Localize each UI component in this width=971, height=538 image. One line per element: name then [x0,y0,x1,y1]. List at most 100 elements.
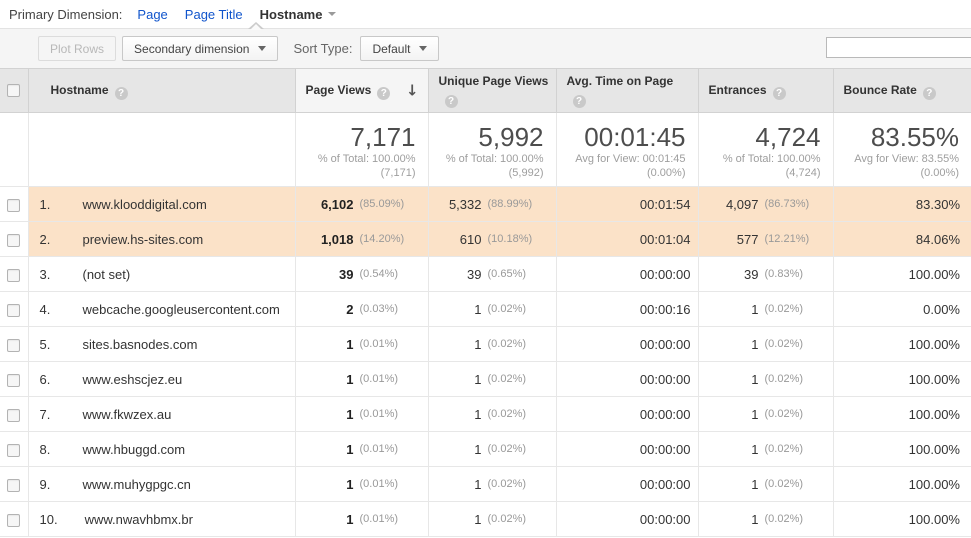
tab-page[interactable]: Page [137,7,167,22]
page-views-cell: 1(0.01%) [295,397,428,432]
active-tab-notch-fill [250,24,262,30]
column-header-page-views[interactable]: Page Views? ↓ [295,69,428,113]
entrances-cell: 1 (0.02%) [698,432,833,467]
help-icon[interactable]: ? [377,87,390,100]
summary-checkbox-cell [0,113,28,187]
bounce-rate-value: 100.00% [833,432,971,467]
unique-page-views-value: 1 [429,407,482,422]
row-checkbox[interactable] [7,479,20,492]
page-views-pct: (0.01%) [360,443,416,455]
unique-page-views-cell: 1 (0.02%) [428,502,556,537]
hostname-value: www.fkwzex.au [56,407,172,422]
unique-page-views-cell: 5,332(88.99%) [428,187,556,222]
row-checkbox[interactable] [7,269,20,282]
entrances-pct: (0.02%) [765,373,821,385]
unique-page-views-pct: (88.99%) [488,198,544,210]
unique-page-views-pct: (0.02%) [488,513,544,525]
help-icon[interactable]: ? [573,95,586,108]
total-avg-time: 00:01:45 [557,122,686,152]
avg-time-value: 00:00:00 [556,432,698,467]
help-icon[interactable]: ? [923,87,936,100]
help-icon[interactable]: ? [773,87,786,100]
total-bounce-rate: 83.55% [834,122,960,152]
entrances-cell: 1(0.02%) [698,502,833,537]
chevron-down-icon [328,12,336,16]
summary-avg-time: 00:01:45 Avg for View: 00:01:45 (0.00%) [556,113,698,187]
entrances-value: 4,097 [699,197,759,212]
row-checkbox-cell [0,502,28,537]
row-number: 2. [29,232,56,247]
column-header-unique-page-views[interactable]: Unique Page Views ? [428,69,556,113]
entrances-value: 1 [699,442,759,457]
unique-page-views-pct: (10.18%) [488,233,544,245]
page-views-pct: (0.01%) [360,513,416,525]
hostname-cell: 7.www.fkwzex.au [28,397,295,432]
row-checkbox-cell [0,467,28,502]
unique-page-views-cell: 1(0.02%) [428,467,556,502]
entrances-value: 1 [699,337,759,352]
table-row: 6.www.eshscjez.eu1(0.01%)1(0.02%)00:00:0… [0,362,971,397]
table-row: 4.webcache.googleusercontent.com2(0.03%)… [0,292,971,327]
table-row: 5.sites.basnodes.com1(0.01%)1(0.02%)00:0… [0,327,971,362]
row-number: 7. [29,407,56,422]
sort-type-button[interactable]: Default [360,36,439,61]
unique-page-views-pct: (0.02%) [488,443,544,455]
unique-page-views-value: 1 [429,442,482,457]
row-checkbox[interactable] [7,374,20,387]
row-number: 5. [29,337,56,352]
total-unique-note: % of Total: 100.00% [429,152,544,166]
unique-page-views-value: 610 [429,232,482,247]
summary-bounce-rate: 83.55% Avg for View: 83.55% (0.00%) [833,113,971,187]
entrances-pct: (0.02%) [765,443,821,455]
row-checkbox[interactable] [7,234,20,247]
tab-page-title[interactable]: Page Title [185,7,243,22]
entrances-cell: 1(0.02%) [698,362,833,397]
row-checkbox[interactable] [7,339,20,352]
column-header-hostname[interactable]: Hostname? [28,69,295,113]
entrances-value: 1 [699,512,759,527]
table-row: 10.www.nwavhbmx.br1(0.01%)1(0.02%)00:00:… [0,502,971,537]
total-bounce-note2: (0.00%) [834,166,960,180]
page-views-value: 1 [296,442,354,457]
column-header-entrances[interactable]: Entrances? [698,69,833,113]
table-row: 7.www.fkwzex.au1(0.01%)1(0.02%)00:00:001… [0,397,971,432]
hostname-cell: 2.preview.hs-sites.com [28,222,295,257]
search-input[interactable] [826,37,971,58]
bounce-rate-value: 100.00% [833,362,971,397]
tab-hostname[interactable]: Hostname [260,7,337,22]
help-icon[interactable]: ? [115,87,128,100]
plot-rows-button[interactable]: Plot Rows [38,36,116,61]
select-all-checkbox[interactable] [7,84,20,97]
unique-page-views-pct: (0.02%) [488,338,544,350]
column-header-bounce-rate[interactable]: Bounce Rate? [833,69,971,113]
entrances-value: 39 [699,267,759,282]
entrances-pct: (0.02%) [765,338,821,350]
bounce-rate-value: 83.30% [833,187,971,222]
unique-page-views-cell: 610 (10.18%) [428,222,556,257]
table-row: 3.(not set)39(0.54%)39(0.65%)00:00:0039(… [0,257,971,292]
hostname-value: www.muhygpgc.cn [56,477,191,492]
hostname-header-label: Hostname [51,83,109,97]
avg-time-value: 00:01:04 [556,222,698,257]
unique-page-views-value: 1 [429,337,482,352]
table-row: 8.www.hbuggd.com1(0.01%)1(0.02%)00:00:00… [0,432,971,467]
help-icon[interactable]: ? [445,95,458,108]
unique-page-views-cell: 39(0.65%) [428,257,556,292]
entrances-value: 1 [699,302,759,317]
row-checkbox[interactable] [7,304,20,317]
row-checkbox[interactable] [7,514,20,527]
unique-page-views-cell: 1 (0.02%) [428,432,556,467]
page-views-value: 1 [296,337,354,352]
row-checkbox[interactable] [7,409,20,422]
column-header-avg-time[interactable]: Avg. Time on Page? [556,69,698,113]
total-page-views-note: % of Total: 100.00% [296,152,416,166]
unique-page-views-value: 1 [429,512,482,527]
sort-descending-icon[interactable]: ↓ [406,82,419,99]
row-checkbox[interactable] [7,444,20,457]
row-number: 4. [29,302,56,317]
summary-entrances: 4,724 % of Total: 100.00% (4,724) [698,113,833,187]
secondary-dimension-button[interactable]: Secondary dimension [122,36,278,61]
row-checkbox[interactable] [7,199,20,212]
row-checkbox-cell [0,222,28,257]
table-row: 2.preview.hs-sites.com1,018(14.20%)610(1… [0,222,971,257]
